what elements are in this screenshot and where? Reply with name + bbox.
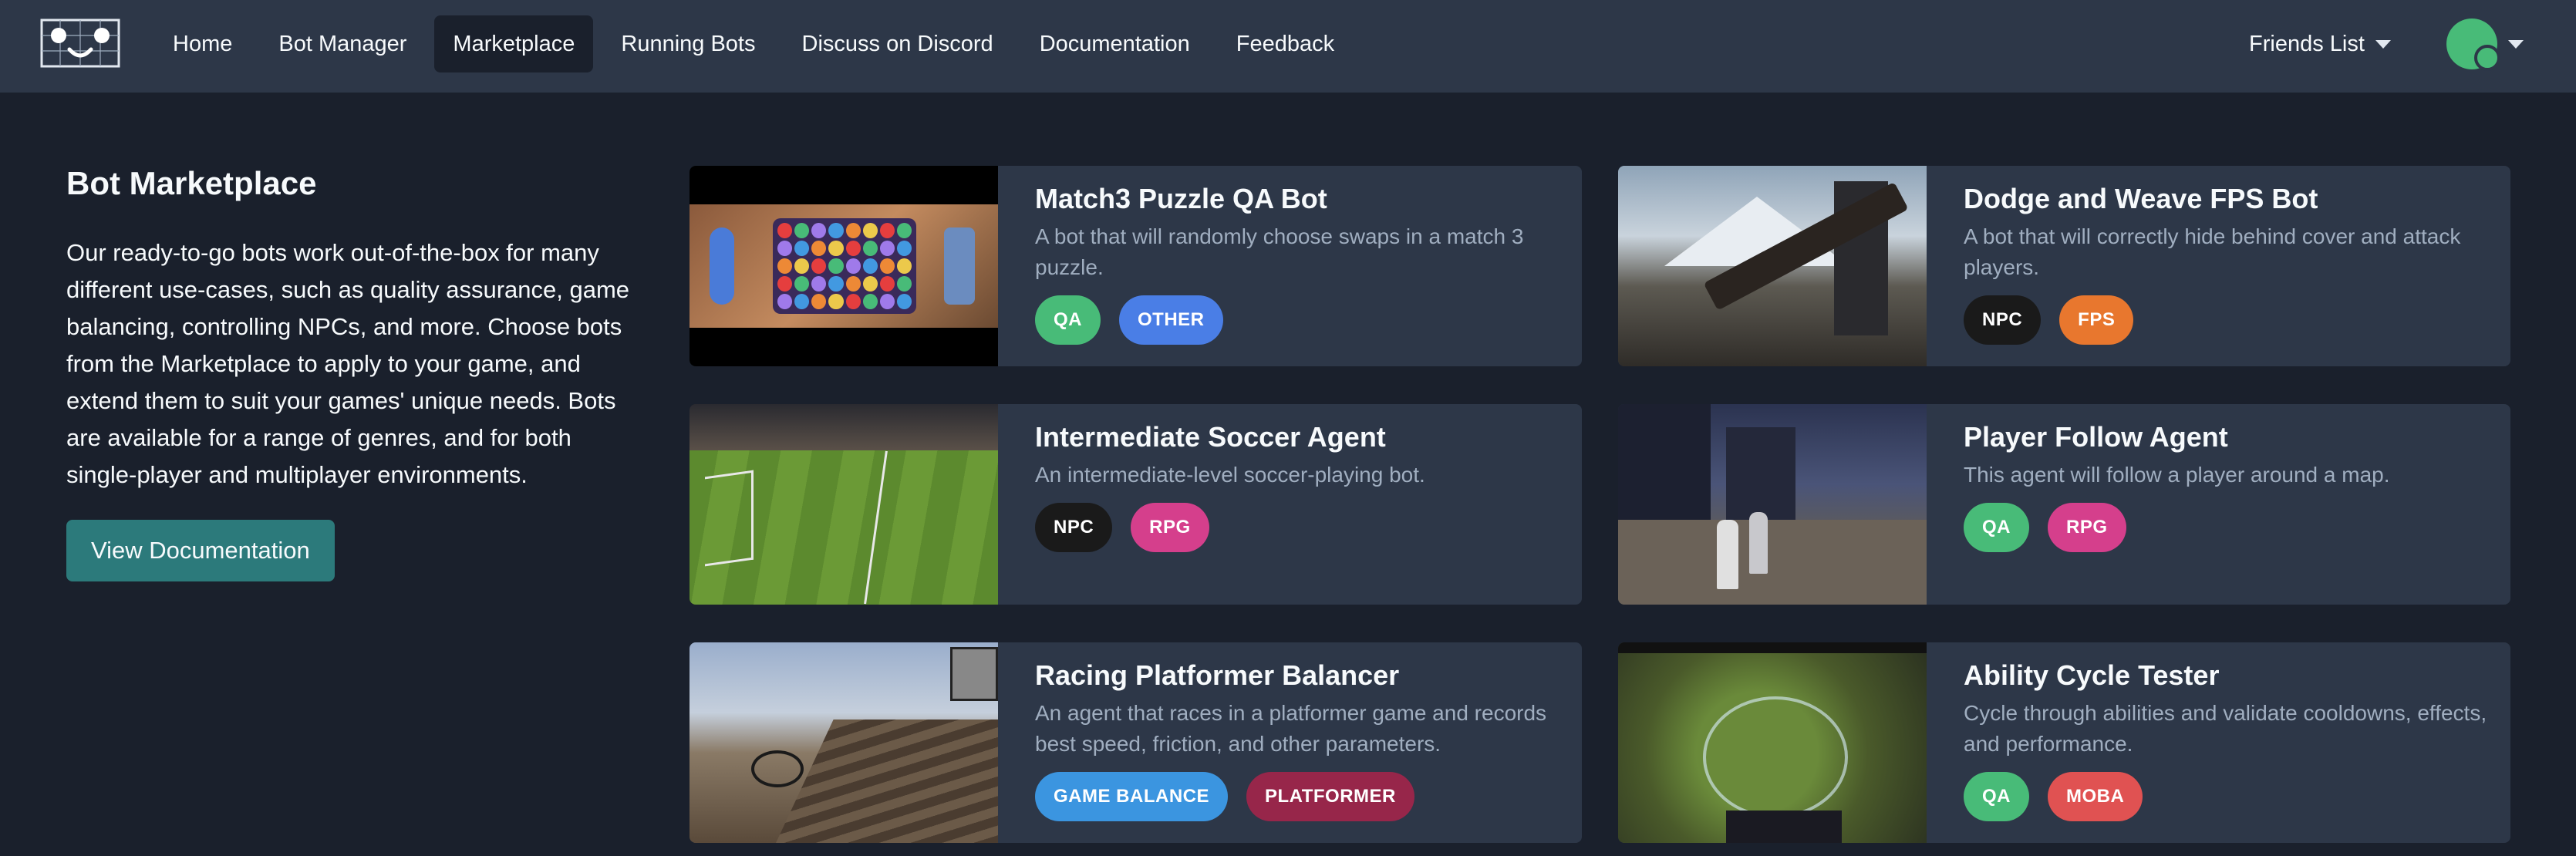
bot-description: A bot that will correctly hide behind co… [1964,224,2461,279]
bot-description: A bot that will randomly choose swaps in… [1035,224,1524,279]
chevron-down-icon [2508,39,2524,49]
bot-card[interactable]: Ability Cycle Tester Cycle through abilit… [1618,642,2510,843]
bot-card[interactable]: Match3 Puzzle QA Bot A bot that will rand… [690,166,1582,366]
bot-tags: GAME BALANCE PLATFORMER [1035,772,1566,821]
bot-title[interactable]: Dodge and Weave FPS Bot [1964,183,2495,215]
nav-link-running-bots[interactable]: Running Bots [602,15,774,72]
nav-link-feedback[interactable]: Feedback [1218,15,1353,72]
bot-tags: NPC FPS [1964,295,2495,345]
bot-card-info: Match3 Puzzle QA Bot A bot that will rand… [998,166,1582,366]
friends-list-dropdown[interactable]: Friends List [2249,15,2391,72]
tag-badge[interactable]: NPC [1964,295,2042,345]
nav-links: Home Bot Manager Marketplace Running Bots Di… [154,15,1353,72]
view-documentation-button[interactable]: View Documentation [66,520,335,581]
bot-thumbnail[interactable] [690,642,998,843]
bot-description: Cycle through abilities and validate coo… [1964,701,2487,756]
user-menu[interactable] [2446,17,2524,71]
bot-thumbnail[interactable] [1618,642,1927,843]
bot-title[interactable]: Ability Cycle Tester [1964,659,2495,692]
bot-title[interactable]: Player Follow Agent [1964,421,2495,453]
tag-badge[interactable]: MOBA [2048,772,2143,821]
tag-badge[interactable]: NPC [1035,503,1113,552]
tag-badge[interactable]: FPS [2059,295,2134,345]
friends-list-label: Friends List [2249,32,2365,56]
bot-description: This agent will follow a player around a… [1964,463,2390,487]
bot-title[interactable]: Match3 Puzzle QA Bot [1035,183,1566,215]
tag-badge[interactable]: RPG [1131,503,1209,552]
top-nav: Home Bot Manager Marketplace Running Bots Di… [0,0,2576,93]
tag-badge[interactable]: QA [1964,772,2029,821]
bot-thumbnail[interactable] [690,404,998,605]
bot-thumbnail[interactable] [690,166,998,366]
page-title: Bot Marketplace [66,165,317,201]
bot-card-info: Ability Cycle Tester Cycle through abilit… [1927,642,2510,843]
bot-description: An agent that races in a platformer game… [1035,701,1547,756]
bot-tags: QA OTHER [1035,295,1566,345]
tag-badge[interactable]: RPG [2048,503,2126,552]
bot-card-grid: Match3 Puzzle QA Bot A bot that will rand… [690,166,2510,843]
nav-link-documentation[interactable]: Documentation [1021,15,1209,72]
bot-thumbnail[interactable] [1618,166,1927,366]
bot-card[interactable]: Player Follow Agent This agent will follo… [1618,404,2510,605]
bot-card-info: Player Follow Agent This agent will follo… [1927,404,2510,605]
bot-tags: NPC RPG [1035,503,1566,552]
bot-thumbnail[interactable] [1618,404,1927,605]
chevron-down-icon [2375,39,2391,49]
tag-badge[interactable]: QA [1964,503,2029,552]
intro-description: Our ready-to-go bots work out-of-the-box… [66,239,630,488]
bot-tags: QA RPG [1964,503,2495,552]
bot-card-info: Racing Platformer Balancer An agent that … [998,642,1582,843]
bot-title[interactable]: Intermediate Soccer Agent [1035,421,1566,453]
nav-link-marketplace[interactable]: Marketplace [434,15,594,72]
tag-badge[interactable]: OTHER [1119,295,1223,345]
bot-card[interactable]: Dodge and Weave FPS Bot A bot that will c… [1618,166,2510,366]
bot-card[interactable]: Racing Platformer Balancer An agent that … [690,642,1582,843]
bot-tags: QA MOBA [1964,772,2495,821]
tag-badge[interactable]: GAME BALANCE [1035,772,1228,821]
nav-link-bot-manager[interactable]: Bot Manager [260,15,425,72]
tag-badge[interactable]: PLATFORMER [1246,772,1414,821]
bot-title[interactable]: Racing Platformer Balancer [1035,659,1566,692]
nav-link-home[interactable]: Home [154,15,251,72]
bot-card[interactable]: Intermediate Soccer Agent An intermediate… [690,404,1582,605]
tag-badge[interactable]: QA [1035,295,1101,345]
nav-link-discuss-on-discord[interactable]: Discuss on Discord [784,15,1012,72]
marketplace-intro: Bot Marketplace Our ready-to-go bots wor… [66,165,637,581]
bot-face-logo-icon[interactable] [40,19,120,68]
bot-card-info: Dodge and Weave FPS Bot A bot that will c… [1927,166,2510,366]
online-status-icon [2474,45,2500,71]
bot-description: An intermediate-level soccer-playing bot… [1035,463,1425,487]
avatar[interactable] [2446,19,2500,71]
bot-card-info: Intermediate Soccer Agent An intermediate… [998,404,1582,605]
